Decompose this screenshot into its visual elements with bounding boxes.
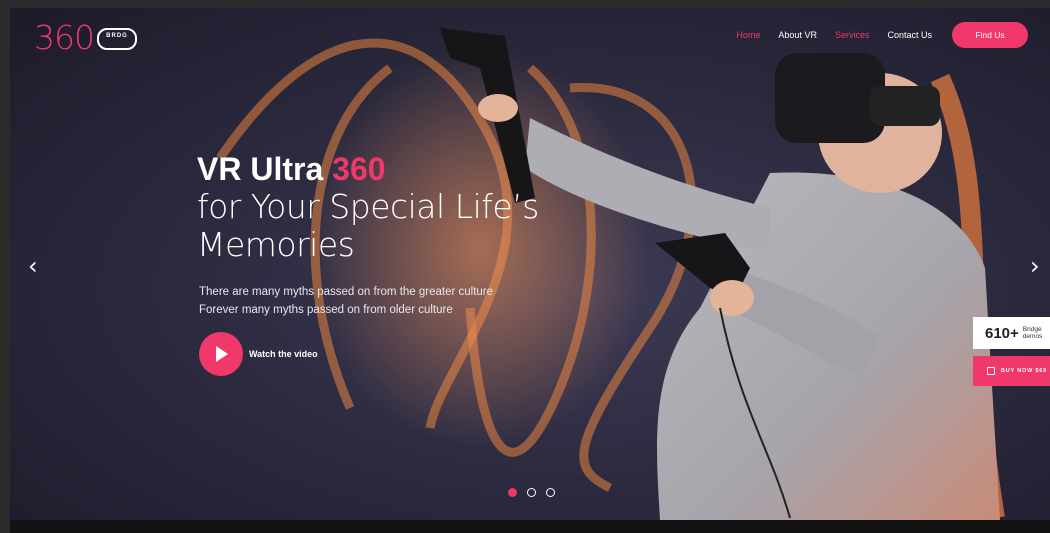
nav-item-contact-us[interactable]: Contact Us: [887, 30, 932, 40]
watch-video-link[interactable]: Watch the video: [249, 349, 318, 359]
nav-item-services[interactable]: Services: [835, 30, 870, 40]
slider-dot-2[interactable]: [527, 488, 536, 497]
logo-number: 360: [34, 18, 95, 57]
hero-background-image: [216, 28, 1005, 520]
demos-badge[interactable]: 610+ Bridge demos: [973, 317, 1050, 349]
hero-title-line2: for Your Special Life’s: [197, 187, 539, 226]
hero-slider: 360 BRDG Home About VR Services Contact …: [10, 8, 1050, 520]
main-navigation: Home About VR Services Contact Us: [736, 30, 932, 40]
hero-title-line3: Memories: [197, 225, 355, 264]
slider-dot-3[interactable]: [546, 488, 555, 497]
logo-mark-text: BRDG: [106, 32, 128, 39]
demos-count: 610+: [985, 324, 1019, 342]
slider-pagination: [508, 488, 555, 497]
slider-next-arrow-icon[interactable]: ›: [1030, 254, 1040, 278]
shopping-bag-icon: [987, 367, 995, 375]
slider-prev-arrow-icon[interactable]: ‹: [28, 254, 38, 278]
buy-now-label: BUY NOW $69: [1001, 368, 1047, 374]
demos-label: Bridge demos: [1023, 326, 1043, 340]
hero-title-main: VR Ultra: [197, 151, 333, 187]
slider-dot-1[interactable]: [508, 488, 517, 497]
demos-label-line1: Bridge: [1022, 326, 1042, 333]
hero-title-accent: 360: [332, 151, 386, 187]
demos-label-line2: demos: [1022, 333, 1043, 340]
nav-item-about-vr[interactable]: About VR: [778, 30, 817, 40]
find-us-button[interactable]: Find Us: [952, 22, 1028, 48]
next-section-strip: [10, 520, 1050, 533]
site-logo[interactable]: 360 BRDG: [34, 18, 137, 57]
vr-glasses-logo-icon: BRDG: [97, 27, 137, 50]
hero-headline: VR Ultra 360 for Your Special Life’s Mem…: [197, 150, 539, 264]
play-video-button[interactable]: [199, 332, 243, 376]
hero-subtitle-line1: There are many myths passed on from the …: [199, 286, 494, 298]
nav-item-home[interactable]: Home: [736, 30, 760, 40]
buy-now-button[interactable]: BUY NOW $69: [973, 356, 1050, 386]
hero-title-line1: VR Ultra 360: [197, 150, 539, 188]
hero-subtitle-line2: Forever many myths passed on from older …: [199, 304, 453, 316]
hero-subtitle: There are many myths passed on from the …: [199, 283, 493, 319]
